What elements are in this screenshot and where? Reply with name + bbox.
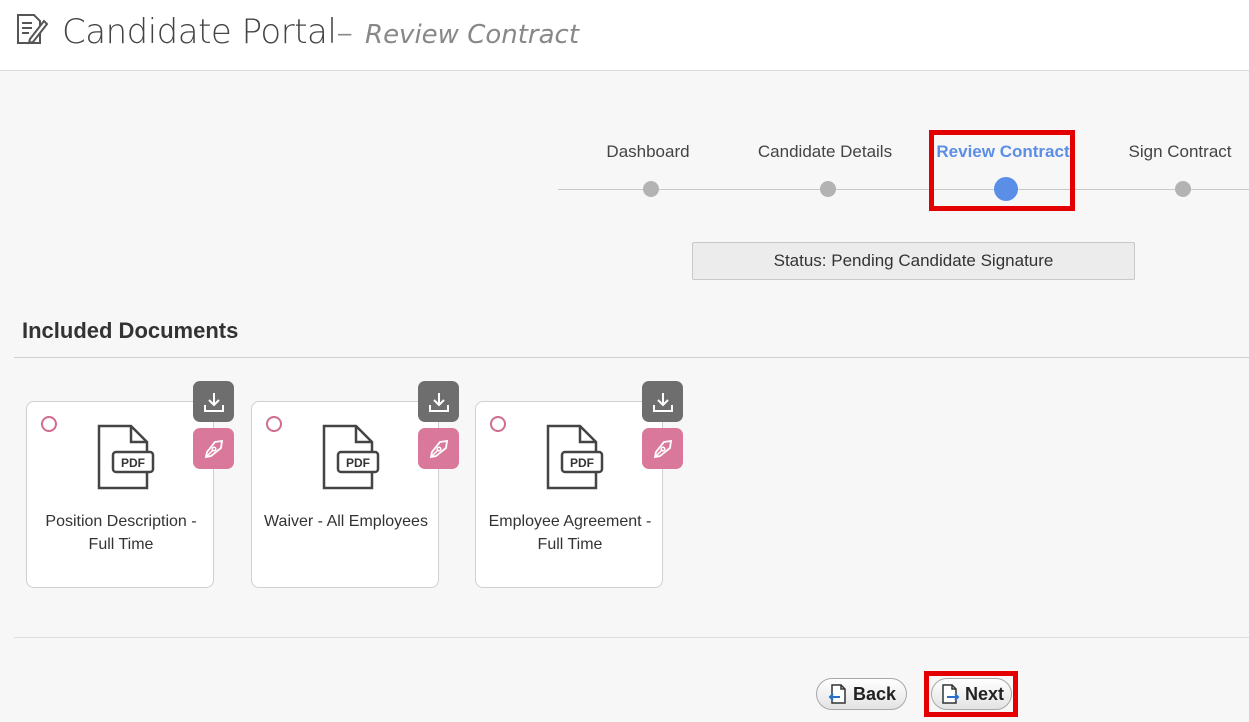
footer-divider <box>14 637 1249 638</box>
pdf-badge-text: PDF <box>346 456 370 470</box>
document-back-icon <box>828 684 846 704</box>
sign-button[interactable] <box>642 428 683 469</box>
pdf-file-icon: PDF <box>546 424 604 490</box>
title-separator: – <box>338 20 352 47</box>
document-select-radio[interactable] <box>266 416 282 432</box>
pen-nib-icon <box>429 439 448 458</box>
download-button[interactable] <box>418 381 459 422</box>
pen-nib-icon <box>204 439 223 458</box>
pen-nib-icon <box>653 439 672 458</box>
download-button[interactable] <box>193 381 234 422</box>
document-card[interactable]: PDF Position Description - Full Time <box>26 401 214 588</box>
step-candidate-details-label[interactable]: Candidate Details <box>758 142 892 162</box>
document-select-radio[interactable] <box>41 416 57 432</box>
page-title: Candidate Portal <box>62 12 337 52</box>
step-sign-contract-dot[interactable] <box>1175 181 1191 197</box>
pdf-badge-text: PDF <box>570 456 594 470</box>
back-button-label: Back <box>852 683 897 704</box>
stepper-track <box>558 189 1249 190</box>
section-title: Included Documents <box>22 318 239 343</box>
document-edit-icon <box>17 14 48 45</box>
next-button-highlight-box <box>924 671 1018 717</box>
document-name: Employee Agreement - Full Time <box>488 513 652 553</box>
download-icon <box>203 392 224 412</box>
document-name: Position Description - Full Time <box>45 513 197 553</box>
step-candidate-details-dot[interactable] <box>820 181 836 197</box>
document-select-radio[interactable] <box>490 416 506 432</box>
pdf-badge-text: PDF <box>121 456 145 470</box>
document-card[interactable]: PDF Waiver - All Employees <box>251 401 439 588</box>
document-card[interactable]: PDF Employee Agreement - Full Time <box>475 401 663 588</box>
pdf-file-icon: PDF <box>322 424 380 490</box>
download-icon <box>652 392 673 412</box>
document-name: Waiver - All Employees <box>264 513 428 530</box>
step-sign-contract-label[interactable]: Sign Contract <box>1129 142 1232 162</box>
pdf-file-icon: PDF <box>97 424 155 490</box>
download-button[interactable] <box>642 381 683 422</box>
sign-button[interactable] <box>418 428 459 469</box>
active-step-highlight-box <box>929 130 1075 211</box>
status-badge: Status: Pending Candidate Signature <box>692 242 1135 280</box>
download-icon <box>428 392 449 412</box>
sign-button[interactable] <box>193 428 234 469</box>
back-button[interactable]: Back <box>816 678 907 710</box>
section-divider <box>14 357 1249 358</box>
page-header: Candidate Portal – Review Contract <box>0 0 1249 71</box>
step-dashboard-label[interactable]: Dashboard <box>606 142 689 162</box>
page-subtitle: Review Contract <box>365 20 580 50</box>
step-dashboard-dot[interactable] <box>643 181 659 197</box>
